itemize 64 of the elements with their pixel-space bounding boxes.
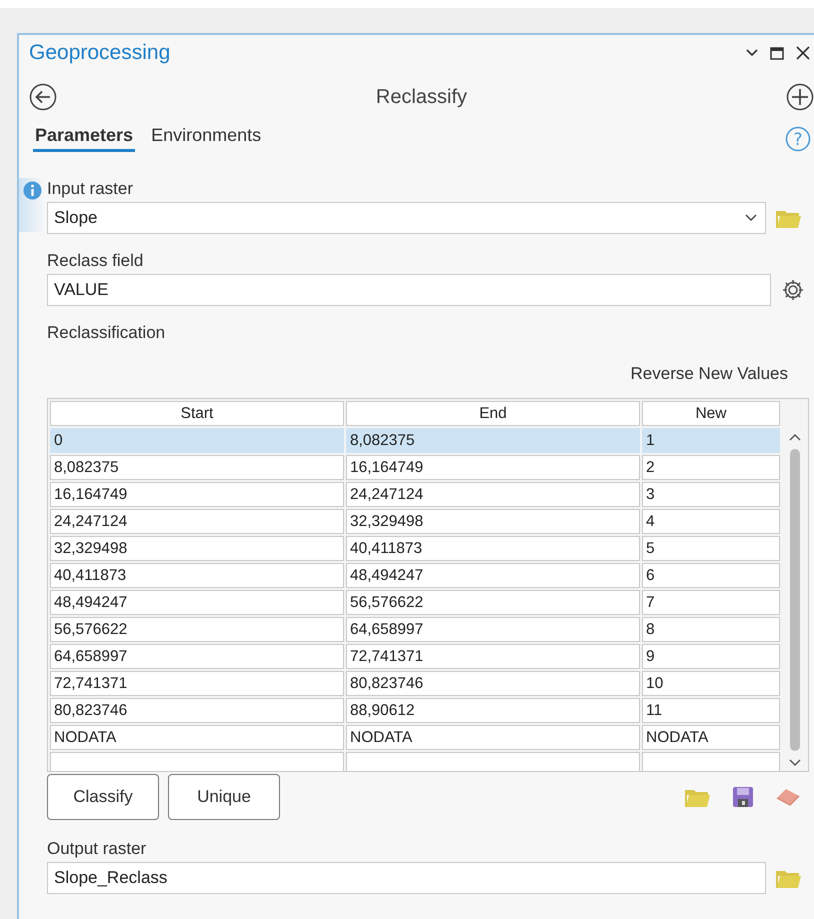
field-label: Input raster xyxy=(47,178,134,200)
table-cell: 80,823746 xyxy=(346,671,640,696)
chevron-down-icon[interactable] xyxy=(746,49,758,57)
info-icon[interactable] xyxy=(23,181,42,200)
output-raster-input[interactable]: Slope_Reclass xyxy=(47,862,766,894)
table-cell: 64,658997 xyxy=(50,644,344,669)
table-cell: 1 xyxy=(642,428,780,453)
scroll-down-icon[interactable] xyxy=(789,759,801,767)
table-cell: 72,741371 xyxy=(50,671,344,696)
column-header: End xyxy=(346,401,640,426)
back-icon[interactable] xyxy=(29,83,57,111)
table-cell: 7 xyxy=(642,590,780,615)
table-cell: 72,741371 xyxy=(346,644,640,669)
table-cell: 2 xyxy=(642,455,780,480)
input-raster-dropdown[interactable]: Slope xyxy=(47,202,766,234)
table-cell: NODATA xyxy=(642,725,780,750)
action-button[interactable]: Classify xyxy=(47,774,159,820)
action-button[interactable]: Unique xyxy=(168,774,280,820)
table-cell: 10 xyxy=(642,671,780,696)
table-cell: 40,411873 xyxy=(50,563,344,588)
table-cell: 9 xyxy=(642,644,780,669)
table-cell: 32,329498 xyxy=(346,509,640,534)
table-cell: 8,082375 xyxy=(346,428,640,453)
table-cell: 16,164749 xyxy=(50,482,344,507)
table-cell: 24,247124 xyxy=(346,482,640,507)
field-label: Reclass field xyxy=(47,250,144,272)
section-label: Reclassification xyxy=(47,322,166,344)
table-cell: 32,329498 xyxy=(50,536,344,561)
tool-title: Reclassify xyxy=(376,86,468,108)
table-cell: 48,494247 xyxy=(50,590,344,615)
table-cell: 24,247124 xyxy=(50,509,344,534)
close-icon[interactable] xyxy=(796,46,810,60)
tab[interactable]: Parameters xyxy=(33,125,136,152)
table-cell: 16,164749 xyxy=(346,455,640,480)
table-cell: 56,576622 xyxy=(50,617,344,642)
table-cell: 3 xyxy=(642,482,780,507)
maximize-icon[interactable] xyxy=(770,46,784,60)
table-cell: NODATA xyxy=(50,725,344,750)
table-cell: 80,823746 xyxy=(50,698,344,723)
table-cell: 11 xyxy=(642,698,780,723)
table-cell: 40,411873 xyxy=(346,536,640,561)
column-header: Start xyxy=(50,401,344,426)
field-label: Output raster xyxy=(47,838,148,860)
window-title: Geoprocessing xyxy=(29,41,170,65)
table-cell: 48,494247 xyxy=(346,563,640,588)
table-cell: 8,082375 xyxy=(50,455,344,480)
settings-icon[interactable] xyxy=(781,278,805,302)
chevron-down-icon xyxy=(745,214,757,222)
table-cell: 5 xyxy=(642,536,780,561)
table-cell: 88,90612 xyxy=(346,698,640,723)
save-icon[interactable] xyxy=(732,786,754,808)
reverse-new-values-link[interactable]: Reverse New Values xyxy=(630,364,788,384)
reclass-field-input[interactable]: VALUE xyxy=(47,274,771,306)
add-icon[interactable] xyxy=(786,83,814,111)
table-cell: 4 xyxy=(642,509,780,534)
table-cell: NODATA xyxy=(346,725,640,750)
table-cell: 6 xyxy=(642,563,780,588)
table-cell: 64,658997 xyxy=(346,617,640,642)
tab[interactable]: Environments xyxy=(149,125,264,152)
scroll-up-icon[interactable] xyxy=(789,433,801,441)
column-header: New xyxy=(642,401,780,426)
table-cell: 8 xyxy=(642,617,780,642)
table-cell: 0 xyxy=(50,428,344,453)
table-cell: 56,576622 xyxy=(346,590,640,615)
